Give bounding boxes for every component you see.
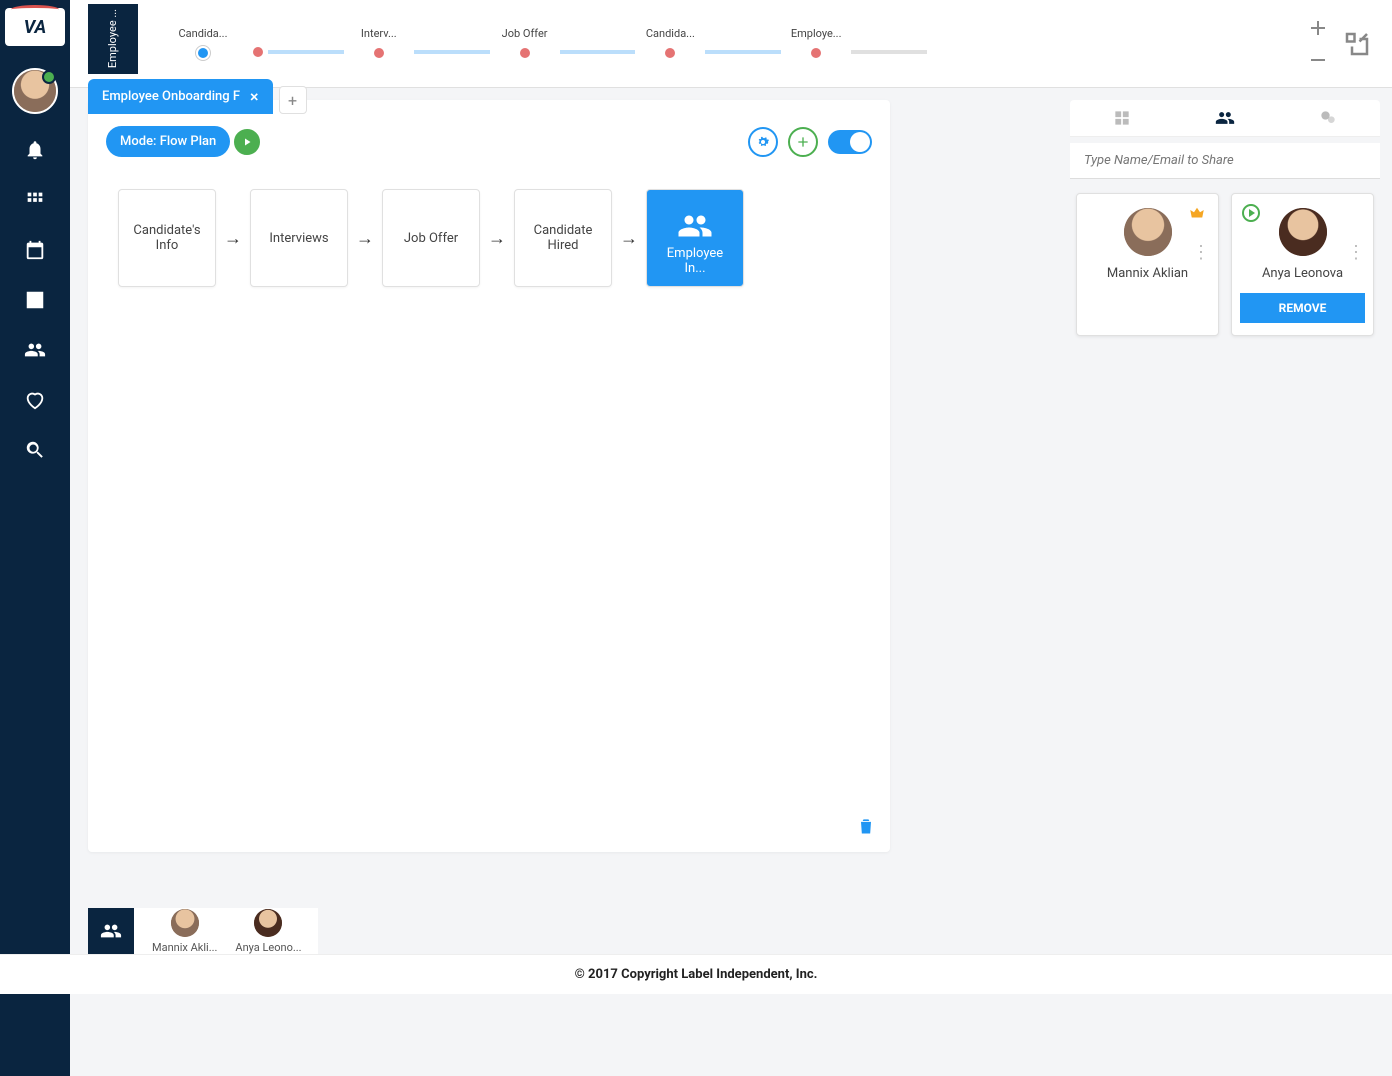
right-panel: Mannix Aklian ⋮ Anya Leonova ⋮ REMOVE <box>1070 100 1380 350</box>
user-card[interactable]: Mannix Aklian ⋮ <box>1076 193 1219 336</box>
flow-card-active[interactable]: Employee In... <box>646 189 744 287</box>
flow-card[interactable]: Job Offer <box>382 189 480 287</box>
bottom-user[interactable]: Mannix Akli... <box>152 909 217 954</box>
main-canvas: Employee Onboarding F × + Mode: Flow Pla… <box>88 100 890 852</box>
apps-icon[interactable] <box>21 186 49 214</box>
user-name: Anya Leonova <box>1262 266 1343 281</box>
sidebar: VA <box>0 0 70 1076</box>
zoom-in-icon[interactable] <box>1306 16 1330 40</box>
toggle-switch[interactable] <box>828 130 872 154</box>
tab-active[interactable]: Employee Onboarding F × <box>88 79 273 114</box>
tab-title: Employee Onboarding F <box>102 89 240 104</box>
arrow-icon: → <box>488 228 506 249</box>
more-icon[interactable]: ⋮ <box>1347 250 1365 256</box>
mode-pill[interactable]: Mode: Flow Plan <box>106 126 230 157</box>
bell-icon[interactable] <box>21 136 49 164</box>
people-icon[interactable] <box>88 908 134 954</box>
flow-cards: Candidate's Info → Interviews → Job Offe… <box>88 169 890 307</box>
panel-tab-people[interactable] <box>1173 100 1276 136</box>
flow-card[interactable]: Candidate's Info <box>118 189 216 287</box>
footer: © 2017 Copyright Label Independent, Inc. <box>0 954 1392 994</box>
trash-button[interactable] <box>856 816 876 840</box>
progress-dot[interactable] <box>196 46 210 60</box>
add-tab-button[interactable]: + <box>279 86 307 114</box>
settings-button[interactable] <box>748 127 778 157</box>
arrow-icon: → <box>620 228 638 249</box>
panel-tab-grid[interactable] <box>1070 100 1173 136</box>
calendar-icon[interactable] <box>21 236 49 264</box>
play-button[interactable] <box>232 127 262 157</box>
progress-dot[interactable] <box>518 46 532 60</box>
app-logo[interactable]: VA <box>5 8 65 46</box>
remove-button[interactable]: REMOVE <box>1240 293 1365 323</box>
progress-label: Interv... <box>361 27 397 40</box>
heart-icon[interactable] <box>21 386 49 414</box>
note-icon[interactable] <box>21 286 49 314</box>
progress-label: Job Offer <box>502 27 548 40</box>
user-avatar <box>1279 208 1327 256</box>
flow-card[interactable]: Candidate Hired <box>514 189 612 287</box>
close-icon[interactable]: × <box>250 87 259 106</box>
progress-label: Candida... <box>646 27 695 40</box>
arrow-icon: → <box>356 228 374 249</box>
progress-dot[interactable] <box>372 46 386 60</box>
share-input[interactable] <box>1070 143 1380 179</box>
progress-dot[interactable] <box>809 46 823 60</box>
panel-tab-settings[interactable] <box>1277 100 1380 136</box>
more-icon[interactable]: ⋮ <box>1192 250 1210 256</box>
arrow-icon: → <box>224 228 242 249</box>
bottom-bar: Mannix Akli... Anya Leono... <box>88 908 318 954</box>
user-card[interactable]: Anya Leonova ⋮ REMOVE <box>1231 193 1374 336</box>
zoom-out-icon[interactable] <box>1306 48 1330 72</box>
topbar: Employee ... Candida... Interv... Job Of… <box>70 0 1392 88</box>
progress-dot[interactable] <box>663 46 677 60</box>
fullscreen-icon[interactable] <box>1342 29 1372 59</box>
add-button[interactable] <box>788 127 818 157</box>
people-icon[interactable] <box>21 336 49 364</box>
user-avatar <box>1124 208 1172 256</box>
progress-label: Candida... <box>179 27 228 40</box>
people-icon <box>677 208 713 244</box>
bottom-user[interactable]: Anya Leono... <box>235 909 301 954</box>
user-avatar[interactable] <box>12 68 58 114</box>
play-indicator-icon <box>1242 204 1260 222</box>
progress-track: Candida... Interv... Job Offer Candida..… <box>168 24 1306 64</box>
progress-label: Employe... <box>791 27 842 40</box>
user-name: Mannix Aklian <box>1107 266 1188 281</box>
flow-card[interactable]: Interviews <box>250 189 348 287</box>
progress-dot[interactable] <box>251 45 265 59</box>
crown-icon <box>1188 204 1206 226</box>
search-icon[interactable] <box>21 436 49 464</box>
vertical-tab[interactable]: Employee ... <box>88 4 138 74</box>
